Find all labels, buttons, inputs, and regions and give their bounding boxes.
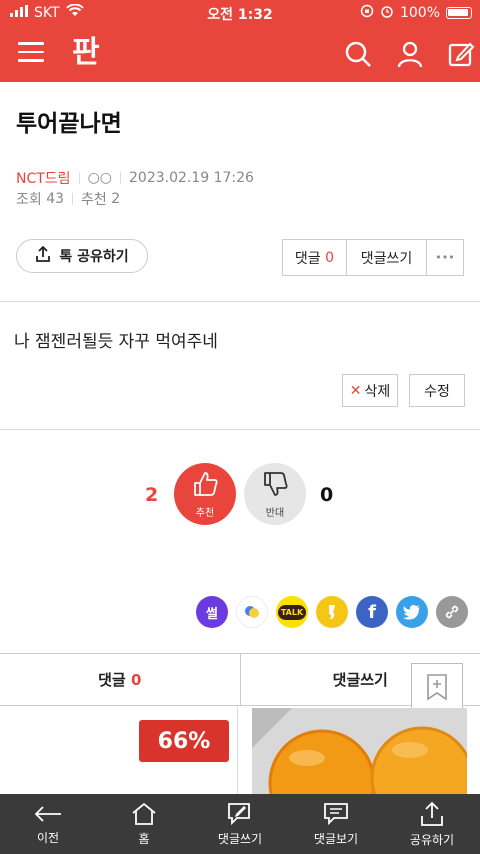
talk-label: TALK [277, 604, 307, 620]
divider [72, 193, 74, 205]
divider [0, 429, 480, 430]
nav-home[interactable]: 홈 [96, 794, 192, 854]
recommend-label: 추천 [81, 192, 107, 208]
write-icon[interactable] [448, 40, 476, 68]
comment-tabs: 댓글 0 댓글쓰기 [0, 653, 480, 706]
upvote-button[interactable]: 추천 [174, 463, 236, 525]
rotation-lock-icon [360, 4, 374, 22]
battery-percent: 100% [399, 5, 440, 21]
views-count: 43 [46, 191, 65, 207]
ssul-share-icon[interactable]: 썰 [196, 596, 228, 628]
comment-view-icon [324, 802, 348, 825]
nav-view-comments-label: 댓글보기 [313, 831, 359, 846]
bottom-navigation: 이전 홈 댓글쓰기 댓글보기 공유하기 [0, 794, 480, 854]
menu-icon[interactable] [18, 42, 44, 64]
edit-button[interactable]: 수정 [409, 374, 465, 407]
delete-button[interactable]: ✕ 삭제 [342, 374, 398, 407]
upvote-count: 2 [145, 484, 159, 506]
site-logo[interactable]: 판 [72, 36, 108, 70]
share-icon [35, 245, 51, 266]
post-datetime: 2023.02.19 17:26 [129, 170, 254, 186]
ad-product-image[interactable] [252, 708, 467, 794]
post-stats: 조회 43 추천 2 [16, 189, 120, 209]
nav-back[interactable]: 이전 [0, 794, 96, 854]
tab-comments-count: 0 [130, 670, 142, 689]
status-bar: SKT 오전 1:32 100% [0, 0, 480, 26]
nav-back-label: 이전 [36, 830, 60, 845]
twitter-share-icon[interactable] [396, 596, 428, 628]
discount-badge: 66% [139, 720, 229, 762]
facebook-share-icon[interactable]: f [356, 596, 388, 628]
recommend-count: 2 [111, 191, 121, 207]
close-icon: ✕ [349, 382, 362, 399]
link-copy-icon[interactable] [436, 596, 468, 628]
comment-label: 댓글 [294, 250, 321, 267]
nav-share-label: 공유하기 [409, 832, 455, 847]
comment-count: 0 [325, 249, 335, 266]
comment-count-button[interactable]: 댓글 0 [283, 240, 347, 275]
downvote-button[interactable]: 반대 [244, 463, 306, 525]
nav-home-label: 홈 [138, 831, 150, 846]
views-label: 조회 [16, 192, 42, 208]
thumbs-up-icon [191, 470, 219, 502]
tab-comments[interactable]: 댓글 0 [0, 654, 241, 705]
author-name[interactable]: NCT드림 [16, 168, 71, 188]
bookmark-add-icon [426, 673, 448, 705]
back-arrow-icon [34, 805, 61, 822]
kakaostory-share-icon[interactable] [316, 596, 348, 628]
divider [120, 172, 121, 184]
more-button[interactable]: ••• [427, 240, 463, 275]
share-upload-icon [421, 801, 443, 826]
post-title: 투어끝나면 [16, 111, 122, 137]
thumbs-down-icon [261, 470, 289, 502]
divider [78, 172, 80, 184]
search-icon[interactable] [344, 40, 372, 68]
tab-comments-label: 댓글 [98, 671, 126, 689]
band-share-icon[interactable] [236, 596, 268, 628]
kakao-share-button[interactable]: 톡 공유하기 [16, 239, 148, 273]
downvote-label: 반대 [265, 507, 285, 519]
alarm-icon [380, 4, 394, 22]
nav-write-comment-label: 댓글쓰기 [217, 831, 263, 846]
divider [0, 301, 480, 302]
nav-view-comments[interactable]: 댓글보기 [288, 794, 384, 854]
nav-write-comment[interactable]: 댓글쓰기 [192, 794, 288, 854]
delete-label: 삭제 [364, 383, 391, 400]
comment-write-icon [228, 802, 250, 825]
nav-share[interactable]: 공유하기 [384, 794, 480, 854]
comment-actions: 댓글 0 댓글쓰기 ••• [282, 239, 464, 276]
share-label: 톡 공유하기 [59, 249, 129, 265]
author-extra: ○○ [87, 170, 112, 186]
app-header: 판 [0, 26, 480, 82]
downvote-count: 0 [320, 484, 334, 506]
post-body: 나 잼젠러될듯 자꾸 먹여주네 [14, 332, 218, 352]
post-meta: NCT드림 ○○ 2023.02.19 17:26 [16, 168, 254, 188]
user-icon[interactable] [396, 40, 424, 68]
write-comment-button[interactable]: 댓글쓰기 [347, 240, 427, 275]
home-icon [132, 802, 156, 825]
kakaotalk-share-icon[interactable]: TALK [276, 596, 308, 628]
battery-icon [446, 7, 472, 19]
upvote-label: 추천 [195, 507, 215, 519]
